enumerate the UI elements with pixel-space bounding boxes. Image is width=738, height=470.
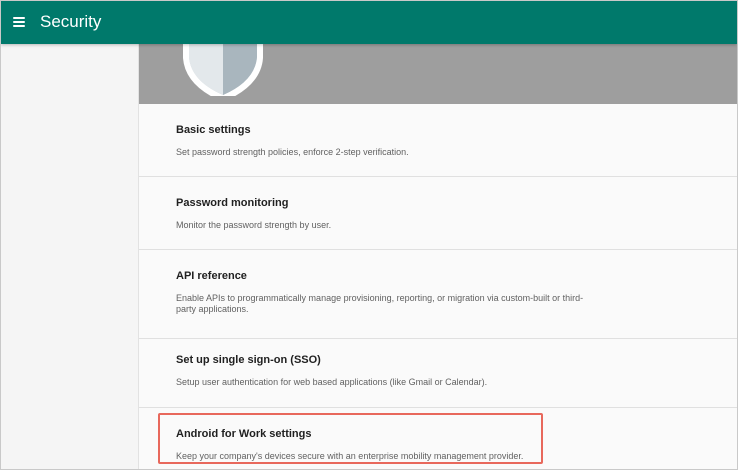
card-single-sign-on[interactable]: Set up single sign-on (SSO) Setup user a…	[139, 339, 737, 408]
security-banner	[139, 44, 737, 104]
card-api-reference[interactable]: API reference Enable APIs to programmati…	[139, 250, 737, 339]
sidebar	[1, 44, 139, 469]
hamburger-menu-icon[interactable]	[11, 13, 29, 31]
card-title: Basic settings	[176, 124, 251, 136]
app-window: Security Basic settings Set password str…	[0, 0, 738, 470]
card-description: Keep your company's devices secure with …	[176, 451, 524, 461]
top-app-bar: Security	[1, 1, 737, 44]
card-title: Password monitoring	[176, 197, 289, 209]
card-description: Enable APIs to programmatically manage p…	[176, 293, 584, 314]
page-title: Security	[40, 12, 102, 31]
main-content: Basic settings Set password strength pol…	[139, 44, 737, 469]
card-password-monitoring[interactable]: Password monitoring Monitor the password…	[139, 177, 737, 250]
card-description: Monitor the password strength by user.	[176, 220, 332, 230]
card-title: Android for Work settings	[176, 428, 312, 440]
shield-icon	[183, 44, 263, 96]
card-description: Set password strength policies, enforce …	[176, 147, 409, 157]
card-title: API reference	[176, 270, 247, 282]
card-android-for-work[interactable]: Android for Work settings Keep your comp…	[139, 408, 737, 469]
card-description: Setup user authentication for web based …	[176, 377, 488, 387]
card-basic-settings[interactable]: Basic settings Set password strength pol…	[139, 104, 737, 177]
card-title: Set up single sign-on (SSO)	[176, 354, 321, 366]
